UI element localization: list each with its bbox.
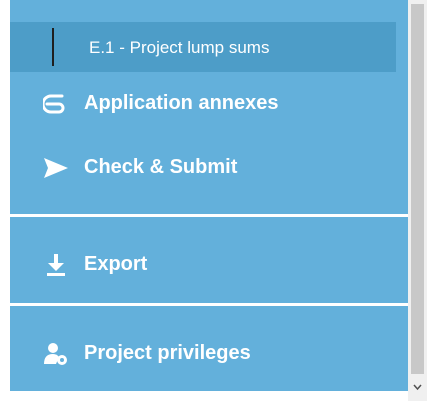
sidebar-divider [10, 391, 408, 393]
download-icon [47, 254, 65, 276]
send-arrow-icon [44, 158, 68, 178]
sidebar-subitem-project-lump-sums[interactable]: E.1 - Project lump sums [10, 22, 396, 72]
sidebar-divider [10, 303, 408, 306]
sidebar-divider [10, 214, 408, 217]
sidebar-item-label: Project privileges [84, 342, 251, 364]
sidebar-item-application-annexes[interactable]: Application annexes [10, 84, 408, 124]
tree-line [52, 28, 54, 66]
paperclip-icon [43, 94, 65, 114]
sidebar-item-label: Check & Submit [84, 156, 238, 178]
sidebar-item-label: Export [84, 253, 148, 275]
vertical-scrollbar[interactable] [408, 0, 427, 401]
sidebar-subitem-label: E.1 - Project lump sums [89, 38, 270, 57]
sidebar-top-cutoff [10, 0, 396, 22]
scrollbar-thumb[interactable] [411, 4, 424, 374]
sidebar-item-export[interactable]: Export [10, 245, 408, 285]
user-gear-icon [44, 343, 67, 365]
sidebar-item-label: Application annexes [84, 92, 279, 114]
page-frame: E.1 - Project lump sums Application anne… [0, 0, 427, 401]
project-sidebar: E.1 - Project lump sums Application anne… [10, 0, 408, 393]
sidebar-item-project-privileges[interactable]: Project privileges [10, 334, 408, 374]
sidebar-item-check-submit[interactable]: Check & Submit [10, 148, 408, 188]
scroll-down-arrow-icon[interactable] [411, 380, 424, 394]
